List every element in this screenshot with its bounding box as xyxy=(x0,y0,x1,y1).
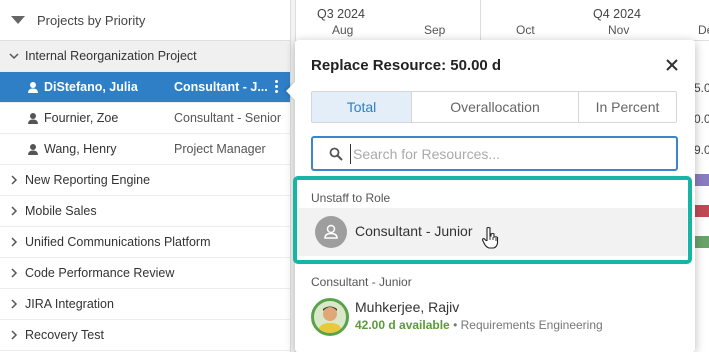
project-label: Unified Communications Platform xyxy=(25,235,211,249)
chevron-right-icon[interactable] xyxy=(8,265,20,281)
resource-name: Muhkerjee, Rajiv xyxy=(355,299,460,315)
close-icon[interactable] xyxy=(663,56,681,74)
quarter-label: Q4 2024 xyxy=(593,7,641,21)
resource-name: Wang, Henry xyxy=(44,142,117,156)
view-mode-segmented-control: Total Overallocation In Percent xyxy=(311,91,677,123)
tree-header[interactable]: Projects by Priority xyxy=(0,0,290,41)
resource-search-field[interactable] xyxy=(311,136,678,171)
unstaff-role-option[interactable]: Consultant - Junior xyxy=(297,208,687,256)
project-label: Code Performance Review xyxy=(25,266,175,280)
unstaff-role-name: Consultant - Junior xyxy=(355,223,473,239)
project-label: Internal Reorganization Project xyxy=(25,49,197,63)
availability-value: 42.00 d available xyxy=(355,318,450,332)
project-label: Recovery Test xyxy=(25,328,104,342)
tree-header-title: Projects by Priority xyxy=(37,13,146,28)
resource-role: Project Manager xyxy=(174,142,266,156)
tab-in-percent[interactable]: In Percent xyxy=(579,92,676,122)
timeline-header: Q3 2024 Q4 2024 Aug Sep Oct Nov De xyxy=(296,0,709,41)
timeline-bar[interactable] xyxy=(694,174,709,186)
chevron-right-icon[interactable] xyxy=(8,327,20,343)
more-options-icon[interactable] xyxy=(272,78,280,98)
person-icon xyxy=(27,143,39,156)
allocation-value: 9.0 xyxy=(694,143,709,157)
resource-row-fournier[interactable]: Fournier, Zoe Consultant - Senior xyxy=(0,103,290,134)
timeline-bar[interactable] xyxy=(694,205,709,217)
availability-separator: • xyxy=(449,318,461,332)
month-label: Sep xyxy=(424,23,446,37)
allocation-value: 5.0 xyxy=(694,81,709,95)
project-tree: Projects by Priority Internal Reorganiza… xyxy=(0,0,290,352)
role-avatar-icon xyxy=(315,216,347,248)
role-group-label: Consultant - Junior xyxy=(311,275,412,289)
resource-role: Consultant - Senior xyxy=(174,111,282,125)
project-row-recovery-test[interactable]: Recovery Test xyxy=(0,320,290,351)
chevron-right-icon[interactable] xyxy=(8,172,20,188)
project-label: New Reporting Engine xyxy=(25,173,151,187)
chevron-right-icon[interactable] xyxy=(8,203,20,219)
project-row-mobile-sales[interactable]: Mobile Sales xyxy=(0,196,290,227)
project-row-jira-integration[interactable]: JIRA Integration xyxy=(0,289,290,320)
resource-name: DiStefano, Julia xyxy=(44,80,138,94)
person-icon xyxy=(27,81,39,94)
unstaff-section-label: Unstaff to Role xyxy=(311,191,391,205)
resource-option-muhkerjee[interactable]: Muhkerjee, Rajiv 42.00 d available • Req… xyxy=(297,294,687,344)
caret-down-icon[interactable] xyxy=(11,16,25,24)
month-label: Nov xyxy=(608,23,630,37)
replace-resource-popup: Replace Resource: 50.00 d Total Overallo… xyxy=(286,40,695,352)
month-label: De xyxy=(698,23,709,37)
chevron-right-icon[interactable] xyxy=(8,296,20,312)
resource-name: Fournier, Zoe xyxy=(44,111,119,125)
quarter-label: Q3 2024 xyxy=(317,7,365,21)
resource-row-wang[interactable]: Wang, Henry Project Manager xyxy=(0,134,290,165)
allocation-value: 0.0 xyxy=(694,112,709,126)
project-row-internal-reorganization[interactable]: Internal Reorganization Project xyxy=(0,41,290,72)
tab-total[interactable]: Total xyxy=(312,92,412,122)
resource-row-distefano[interactable]: DiStefano, Julia Consultant - J... xyxy=(0,72,290,103)
popup-title: Replace Resource: 50.00 d xyxy=(311,57,502,74)
month-label: Aug xyxy=(332,23,354,37)
person-icon xyxy=(27,112,39,125)
resource-department: Requirements Engineering xyxy=(460,318,603,332)
timeline-bar[interactable] xyxy=(694,236,709,248)
project-row-unified-communications[interactable]: Unified Communications Platform xyxy=(0,227,290,258)
resource-availability: 42.00 d available • Requirements Enginee… xyxy=(355,318,603,332)
popup-arrow xyxy=(286,82,295,100)
project-row-new-reporting-engine[interactable]: New Reporting Engine xyxy=(0,165,290,196)
avatar xyxy=(311,298,349,336)
tab-overallocation[interactable]: Overallocation xyxy=(412,92,579,122)
project-label: Mobile Sales xyxy=(25,204,97,218)
hand-cursor-icon xyxy=(481,226,499,250)
project-label: JIRA Integration xyxy=(25,297,114,311)
project-row-code-performance[interactable]: Code Performance Review xyxy=(0,258,290,289)
chevron-right-icon[interactable] xyxy=(8,234,20,250)
search-icon xyxy=(329,147,343,161)
resource-role: Consultant - J... xyxy=(174,80,268,94)
quarter-divider xyxy=(480,0,481,41)
month-label: Oct xyxy=(516,23,535,37)
chevron-down-icon[interactable] xyxy=(8,48,20,64)
search-input[interactable] xyxy=(350,144,660,164)
